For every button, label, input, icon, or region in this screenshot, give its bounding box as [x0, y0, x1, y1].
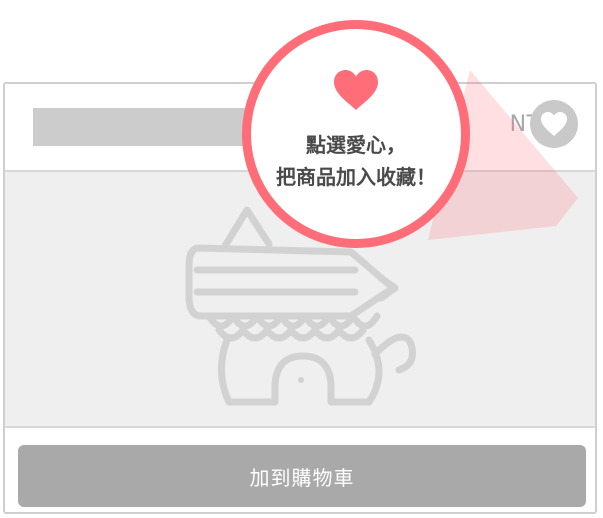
heart-icon [334, 70, 378, 110]
favorite-button[interactable] [530, 100, 578, 148]
heart-icon [541, 112, 567, 136]
tooltip-text-line-2: 把商品加入收藏！ [276, 165, 436, 189]
add-to-cart-button[interactable]: 加到購物車 [18, 445, 586, 507]
tooltip-text-line-1: 點選愛心， [306, 133, 406, 157]
favorite-tooltip: 點選愛心， 把商品加入收藏！ [242, 20, 470, 248]
